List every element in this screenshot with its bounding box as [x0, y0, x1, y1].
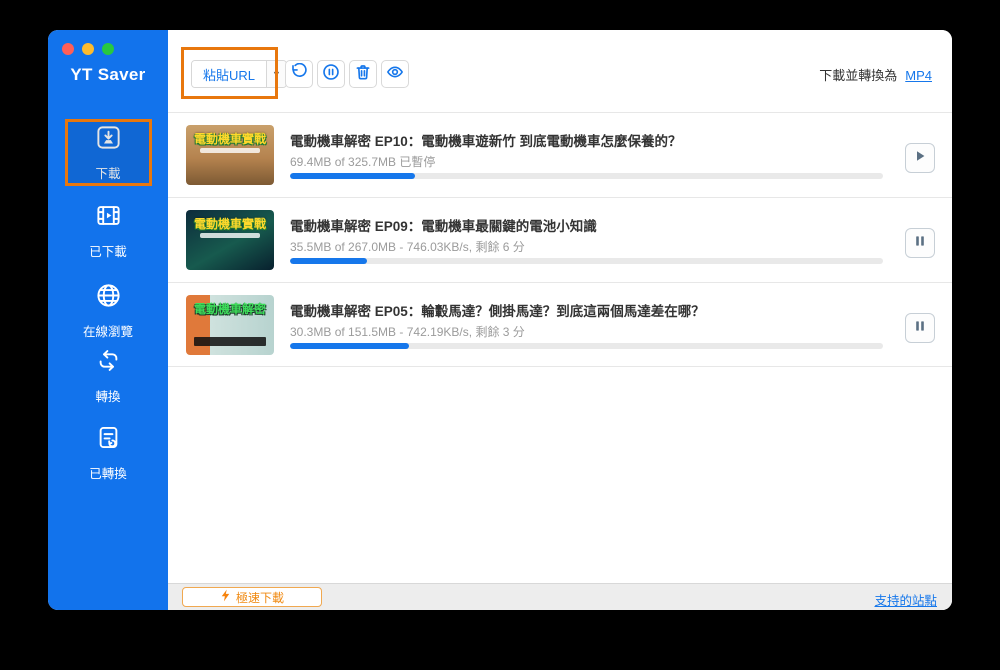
- eye-icon: [386, 63, 404, 86]
- video-title: 電動機車解密 EP05：輪轂馬達？側掛馬達？到底這兩個馬達差在哪？: [290, 304, 705, 319]
- download-status: 35.5MB of 267.0MB - 746.03KB/s, 剩餘 6 分: [290, 240, 525, 254]
- sidebar-item-download[interactable]: 下載: [48, 124, 168, 182]
- sidebar-item-label: 已轉換: [89, 467, 127, 481]
- pause-button[interactable]: [905, 228, 935, 258]
- video-thumbnail: 電動機車實戰: [186, 125, 274, 185]
- window-controls: [62, 43, 114, 55]
- zoom-button[interactable]: [102, 43, 114, 55]
- format-value-link[interactable]: MP4: [905, 68, 932, 83]
- pause-all-button[interactable]: [317, 60, 345, 88]
- sidebar-item-label: 在線瀏覽: [82, 325, 133, 339]
- download-status: 30.3MB of 151.5MB - 742.19KB/s, 剩餘 3 分: [290, 325, 525, 339]
- progress-fill: [290, 173, 415, 179]
- delete-button[interactable]: [349, 60, 377, 88]
- video-title: 電動機車解密 EP09：電動機車最關鍵的電池小知識: [290, 219, 597, 234]
- thumbnail-title: 電動機車解密: [193, 302, 266, 316]
- close-button[interactable]: [62, 43, 74, 55]
- thumbnail-title: 電動機車實戰: [193, 132, 266, 146]
- pause-icon: [913, 234, 927, 253]
- app-window: YT Saver 下載 已下載 在線瀏覽 轉換 已轉換 粘貼URL ▼ 下載並轉…: [48, 30, 952, 610]
- download-list: 電動機車實戰 電動機車解密 EP10：電動機車遊新竹 到底電動機車怎麼保養的？ …: [168, 112, 952, 367]
- progress-fill: [290, 343, 409, 349]
- toolbar: 粘貼URL ▼ 下載並轉換為 MP4: [168, 30, 952, 112]
- downloaded-icon: [95, 202, 122, 234]
- turbo-download-button[interactable]: 極速下載: [182, 587, 322, 607]
- progress-bar: [290, 343, 883, 349]
- progress-fill: [290, 258, 368, 264]
- pause-icon: [913, 319, 927, 338]
- converted-icon: [95, 424, 122, 456]
- download-icon: [95, 124, 122, 156]
- play-icon: [913, 149, 927, 168]
- paste-url-button[interactable]: 粘貼URL: [192, 61, 267, 87]
- pause-circle-icon: [322, 63, 340, 86]
- supported-sites-link[interactable]: 支持的站點: [874, 590, 937, 609]
- thumbnail-title: 電動機車實戰: [193, 217, 266, 231]
- turbo-download-label: 極速下載: [235, 590, 284, 605]
- trash-icon: [354, 63, 372, 86]
- video-thumbnail: 電動機車解密: [186, 295, 274, 355]
- paste-url-control: 粘貼URL ▼: [191, 60, 288, 88]
- sidebar-item-downloaded[interactable]: 已下載: [48, 202, 168, 260]
- app-logo: YT Saver: [70, 65, 146, 84]
- lightning-icon: [220, 589, 231, 605]
- footer-bar: 極速下載 支持的站點: [168, 583, 952, 610]
- video-thumbnail: 電動機車實戰: [186, 210, 274, 270]
- download-status: 69.4MB of 325.7MB 已暫停: [290, 155, 436, 169]
- convert-icon: [95, 347, 122, 379]
- download-item: 電動機車實戰 電動機車解密 EP10：電動機車遊新竹 到底電動機車怎麼保養的？ …: [168, 112, 952, 197]
- sidebar-item-label: 轉換: [95, 390, 121, 404]
- pause-button[interactable]: [905, 313, 935, 343]
- download-item: 電動機車解密 電動機車解密 EP05：輪轂馬達？側掛馬達？到底這兩個馬達差在哪？…: [168, 282, 952, 367]
- resume-button[interactable]: [905, 143, 935, 173]
- sidebar-item-convert[interactable]: 轉換: [48, 347, 168, 405]
- progress-bar: [290, 258, 883, 264]
- format-selector: 下載並轉換為 MP4: [819, 65, 932, 84]
- sidebar-item-online-browse[interactable]: 在線瀏覽: [48, 282, 168, 340]
- format-label: 下載並轉換為: [819, 68, 898, 83]
- chevron-down-icon: ▼: [272, 69, 281, 79]
- progress-bar: [290, 173, 883, 179]
- empty-area: [168, 367, 952, 583]
- sidebar-item-label: 下載: [95, 167, 121, 181]
- video-title: 電動機車解密 EP10：電動機車遊新竹 到底電動機車怎麼保養的？: [290, 134, 682, 149]
- sidebar-item-label: 已下載: [89, 245, 127, 259]
- restart-button[interactable]: [285, 60, 313, 88]
- sidebar: YT Saver 下載 已下載 在線瀏覽 轉換 已轉換: [48, 30, 168, 610]
- sidebar-item-converted[interactable]: 已轉換: [48, 424, 168, 482]
- thumbnail-caption-bar: [194, 337, 266, 346]
- thumbnail-caption-bar: [200, 233, 260, 238]
- preview-button[interactable]: [381, 60, 409, 88]
- download-item: 電動機車實戰 電動機車解密 EP09：電動機車最關鍵的電池小知識 35.5MB …: [168, 197, 952, 282]
- minimize-button[interactable]: [82, 43, 94, 55]
- main-panel: 粘貼URL ▼ 下載並轉換為 MP4 電動機車實戰 電動機車解密 EP10：電動…: [168, 30, 952, 610]
- restart-icon: [290, 62, 308, 86]
- paste-url-dropdown[interactable]: ▼: [266, 61, 287, 87]
- globe-icon: [95, 282, 122, 314]
- thumbnail-caption-bar: [200, 148, 260, 153]
